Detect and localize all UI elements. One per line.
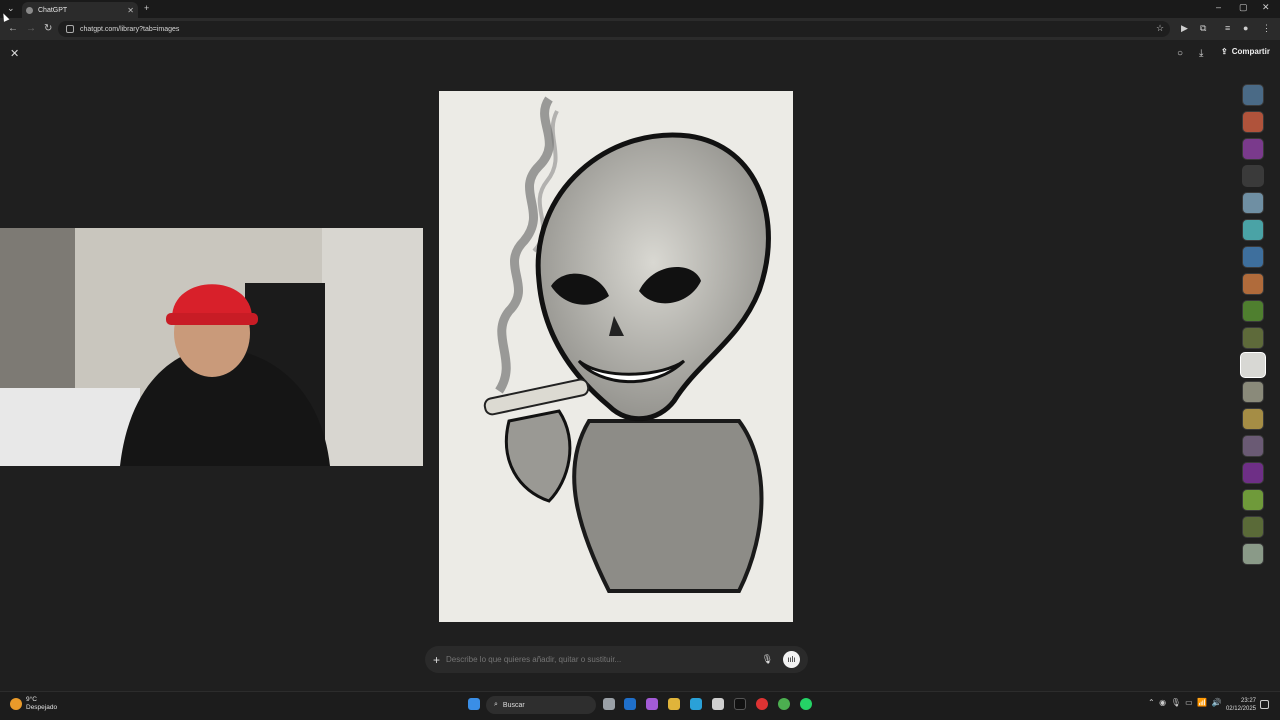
taskbar-search[interactable]: ⌕ Buscar [486,696,596,714]
image-thumbnail[interactable] [1242,165,1264,187]
image-thumbnail[interactable] [1242,300,1264,322]
edit-prompt-bar: + 🎙 ıılı [425,646,808,673]
store-icon[interactable] [712,698,724,710]
chrome-icon[interactable] [778,698,790,710]
windows-taskbar: 9°C Despejado ⌕ Buscar ⌃ ◉ 🎙 ▭ 📶 🔊 23:27… [0,691,1280,720]
tab-chatgpt[interactable]: ChatGPT ✕ [22,2,138,18]
bookmark-star-icon[interactable]: ☆ [1156,23,1164,34]
extensions-puzzle-icon[interactable]: ⧉ [1200,23,1206,34]
generated-image [439,91,793,622]
select-edit-icon[interactable]: ○ [1177,48,1183,59]
weather-temp: 9°C [26,696,37,703]
share-button[interactable]: ⇪ Compartir [1221,47,1270,56]
address-bar[interactable]: chatgpt.com/library?tab=images [58,21,1170,37]
extension-icon[interactable]: ▶ [1181,23,1188,34]
tab-search-icon[interactable]: ⌄ [7,3,15,14]
voice-mode-button[interactable]: ıılı [783,651,800,668]
taskbar-clock[interactable]: 23:27 02/12/2025 [1222,697,1256,713]
microphone-icon[interactable]: 🎙 [762,654,773,665]
image-thumbnail[interactable] [1240,352,1266,378]
tab-close-icon[interactable]: ✕ [127,6,134,15]
start-windows-icon[interactable] [468,698,480,710]
forward-arrow-icon[interactable]: → [26,23,36,34]
image-thumbnail[interactable] [1242,138,1264,160]
site-info-icon[interactable] [66,25,74,33]
clock-date: 02/12/2025 [1225,706,1256,712]
system-tray[interactable]: ⌃ ◉ 🎙 ▭ 📶 🔊 [1148,698,1222,707]
share-icon: ⇪ [1221,47,1228,56]
copilot-icon[interactable] [646,698,658,710]
tab-title: ChatGPT [38,6,68,14]
share-label: Compartir [1231,47,1270,56]
tab-strip: ⌄ ChatGPT ✕ + – ▢ ✕ [0,0,1280,18]
clock-time: 23:27 [1240,698,1256,704]
back-arrow-icon[interactable]: ← [8,23,18,34]
minimize-button[interactable]: – [1216,2,1221,12]
webcam-overlay [0,228,423,466]
notifications-icon[interactable] [1260,700,1269,709]
image-thumbnail[interactable] [1242,219,1264,241]
weather-widget[interactable]: 9°C Despejado [10,696,57,712]
browser-menu-icon[interactable]: ⋮ [1262,23,1271,34]
profile-avatar-icon[interactable]: ● [1243,23,1248,33]
image-thumbnail[interactable] [1242,327,1264,349]
close-viewer-button[interactable]: ✕ [10,47,19,60]
search-icon: ⌕ [494,701,498,708]
weather-icon [10,698,22,710]
image-thumbnail[interactable] [1242,273,1264,295]
image-thumbnail[interactable] [1242,435,1264,457]
browser-toolbar: ← → ↻ chatgpt.com/library?tab=images ☆ ▶… [0,18,1280,40]
image-thumbnail[interactable] [1242,111,1264,133]
edit-prompt-input[interactable] [446,655,762,664]
alien-sketch-illustration [439,91,793,622]
download-icon[interactable]: ⤓ [1199,48,1203,59]
outlook-icon[interactable] [624,698,636,710]
weather-desc: Despejado [26,704,58,711]
file-explorer-icon[interactable] [668,698,680,710]
image-thumbnail[interactable] [1242,489,1264,511]
new-tab-button[interactable]: + [144,3,149,13]
chatgpt-favicon-icon [26,6,33,14]
image-thumbnail[interactable] [1242,381,1264,403]
tiktok-icon[interactable] [734,698,746,710]
reload-icon[interactable]: ↻ [44,23,52,34]
task-view-icon[interactable] [603,698,615,710]
maximize-button[interactable]: ▢ [1239,2,1248,13]
whatsapp-icon[interactable] [800,698,812,710]
edge-icon[interactable] [690,698,702,710]
add-attachment-icon[interactable]: + [433,653,440,667]
window-close-button[interactable]: ✕ [1262,2,1270,13]
image-thumbnail[interactable] [1242,516,1264,538]
image-thumbnail[interactable] [1242,84,1264,106]
webcam-feed-image [0,228,423,466]
image-thumbnail[interactable] [1242,543,1264,565]
image-thumbnail[interactable] [1242,246,1264,268]
image-thumbnail[interactable] [1242,408,1264,430]
url-text: chatgpt.com/library?tab=images [80,25,180,33]
image-thumbnail[interactable] [1242,192,1264,214]
chrome-profile-icon[interactable] [756,698,768,710]
taskbar-search-label: Buscar [502,701,525,709]
image-thumbnail[interactable] [1242,462,1264,484]
translate-icon[interactable]: ≡ [1225,23,1230,33]
